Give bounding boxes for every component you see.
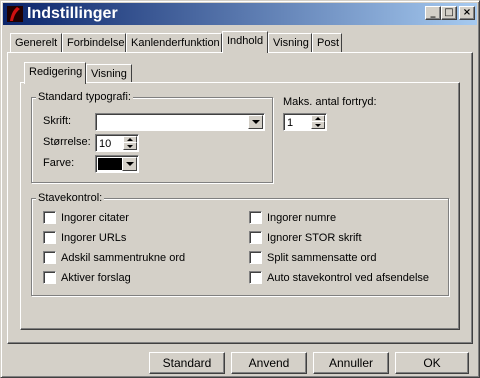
undo-label: Maks. antal fortryd: — [283, 96, 377, 108]
tab-generelt[interactable]: Generelt — [10, 33, 62, 53]
subtab-redigering[interactable]: Redigering — [24, 62, 86, 84]
ignore-urls-checkbox[interactable] — [43, 231, 56, 244]
auto-spellcheck-checkbox[interactable] — [249, 271, 262, 284]
ignore-numbers-checkbox[interactable] — [249, 211, 262, 224]
split-compounds-checkbox[interactable] — [249, 251, 262, 264]
tab-visning[interactable]: Visning — [268, 33, 312, 53]
split-compounds-label: Split sammensatte ord — [267, 252, 377, 264]
chevron-down-icon — [252, 120, 260, 124]
size-value: 10 — [99, 138, 112, 150]
ignore-urls-label: Ingorer URLs — [61, 232, 127, 244]
font-dropdown-button[interactable] — [248, 115, 263, 129]
color-swatch — [98, 158, 122, 170]
tab-label: Visning — [273, 37, 309, 49]
subtab-visning[interactable]: Visning — [86, 64, 132, 84]
tab-label: Forbindelse — [67, 37, 125, 49]
spellcheck-legend: Stavekontrol: — [36, 192, 105, 204]
undo-value: 1 — [287, 117, 294, 129]
app-logo-icon — [6, 5, 24, 23]
maximize-button[interactable]: □ — [441, 6, 457, 20]
color-select[interactable] — [95, 155, 139, 173]
subtab-label: Visning — [91, 68, 127, 80]
enable-suggestions-checkbox[interactable] — [43, 271, 56, 284]
ignore-quotes-checkbox[interactable] — [43, 211, 56, 224]
settings-window: Indstillinger _ □ × Generelt Forbindelse… — [0, 0, 480, 378]
typography-legend: Standard typografi: — [36, 91, 133, 103]
color-label: Farve: — [43, 157, 75, 169]
undo-spin-down-icon[interactable] — [311, 121, 325, 129]
ignore-quotes-label: Ingorer citater — [61, 212, 129, 224]
window-title: Indstillinger — [27, 5, 118, 22]
minimize-button[interactable]: _ — [425, 6, 441, 20]
split-contractions-checkbox[interactable] — [43, 251, 56, 264]
tab-label: Indhold — [227, 35, 264, 47]
tab-indhold[interactable]: Indhold — [222, 31, 268, 53]
enable-suggestions-label: Aktiver forslag — [61, 272, 131, 284]
size-spin-down-icon[interactable] — [123, 142, 137, 150]
tab-kanlenderfunktion[interactable]: Kanlenderfunktion — [126, 33, 222, 53]
ignore-numbers-label: Ingorer numre — [267, 212, 337, 224]
standard-button[interactable]: Standard — [149, 352, 225, 374]
tab-forbindelse[interactable]: Forbindelse — [62, 33, 126, 53]
ignore-uppercase-checkbox[interactable] — [249, 231, 262, 244]
cancel-button[interactable]: Annuller — [313, 352, 389, 374]
tab-post[interactable]: Post — [312, 33, 342, 53]
subtab-panel-redigering: Standard typografi: Skrift: Størrelse: 1… — [20, 82, 460, 330]
tab-label: Kanlenderfunktion — [131, 37, 220, 49]
size-spinner[interactable]: 10 — [95, 134, 139, 152]
chevron-down-icon — [126, 162, 134, 166]
ignore-uppercase-label: Ignorer STOR skrift — [267, 232, 362, 244]
close-button[interactable]: × — [459, 6, 475, 20]
size-label: Størrelse: — [43, 136, 91, 148]
tab-panel-indhold: Redigering Visning Standard typografi: S… — [7, 52, 473, 344]
font-label: Skrift: — [43, 115, 72, 127]
title-bar[interactable]: Indstillinger _ □ × — [3, 3, 477, 25]
subtab-label: Redigering — [29, 66, 83, 78]
color-dropdown-button[interactable] — [122, 157, 137, 171]
split-contractions-label: Adskil sammentrukne ord — [61, 252, 186, 264]
tab-label: Post — [317, 37, 340, 49]
ok-button[interactable]: OK — [395, 352, 469, 374]
auto-spellcheck-label: Auto stavekontrol ved afsendelse — [267, 272, 430, 284]
apply-button[interactable]: Anvend — [231, 352, 307, 374]
undo-spinner[interactable]: 1 — [283, 113, 327, 131]
tab-label: Generelt — [15, 37, 58, 49]
font-select[interactable] — [95, 113, 265, 131]
